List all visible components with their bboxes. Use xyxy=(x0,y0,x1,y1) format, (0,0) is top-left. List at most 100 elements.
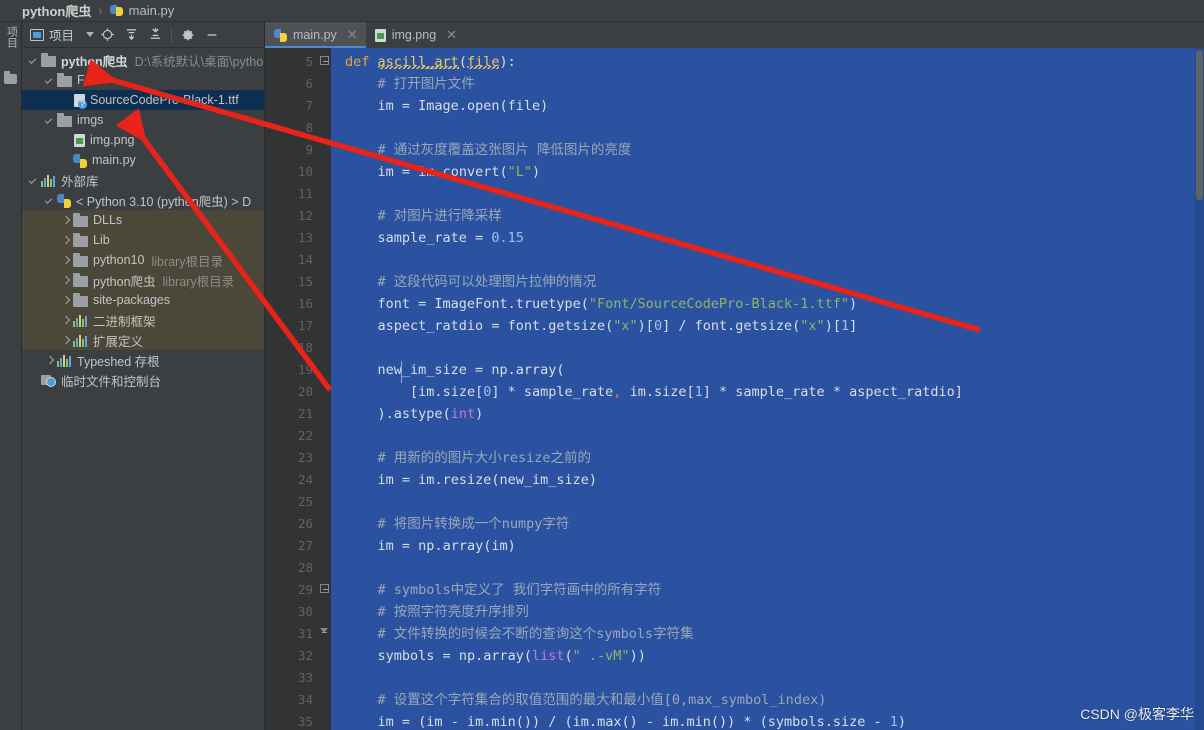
chevron-right-icon[interactable] xyxy=(44,355,55,366)
fold-gutter[interactable] xyxy=(319,48,331,730)
tree-row-label: 二进制框架 xyxy=(93,314,156,329)
strip-folder-icon[interactable] xyxy=(4,71,17,84)
fold-marker-icon xyxy=(320,584,329,593)
tree-row[interactable]: Typeshed 存根 xyxy=(22,350,264,370)
editor-body[interactable]: 5 6 7 8 9 10 11 12 13 14 15 16 17 18 19 20 21 22 23 24 25 26 2… xyxy=(265,48,1204,730)
line-number: 12 xyxy=(297,208,313,223)
code-line: # 对图片进行降采样 xyxy=(377,208,502,224)
tree-row[interactable]: 二进制框架 xyxy=(22,310,264,330)
tree-row-label: < Python 3.10 (python爬虫) > D xyxy=(76,194,252,209)
collapse-all-icon[interactable] xyxy=(144,24,166,46)
code-line: # 将图片转换成一个numpy字符 xyxy=(377,516,570,532)
editor-tab-label: img.png xyxy=(391,28,437,42)
code-line: # symbols中定义了 我们字符画中的所有字符 xyxy=(377,582,662,598)
line-number: 9 xyxy=(305,142,313,157)
tree-row-label: 扩展定义 xyxy=(93,334,144,349)
expand-all-icon[interactable] xyxy=(120,24,142,46)
chevron-right-icon[interactable] xyxy=(60,295,71,306)
line-number: 11 xyxy=(297,186,313,201)
project-toolbar-title: 项目 xyxy=(49,29,75,43)
tree-row-subtitle: library根目录 xyxy=(162,274,235,289)
line-number: 14 xyxy=(297,252,313,267)
strip-project-label: 项目 xyxy=(5,26,18,48)
tree-row-label: Lib xyxy=(93,233,110,247)
bars-icon xyxy=(57,355,72,367)
line-number: 16 xyxy=(297,296,313,311)
gear-icon[interactable] xyxy=(177,24,199,46)
line-number: 30 xyxy=(297,604,313,619)
chevron-down-icon[interactable] xyxy=(44,75,55,86)
chevron-right-icon[interactable] xyxy=(60,255,71,266)
line-number: 17 xyxy=(297,318,313,333)
close-icon[interactable]: ✕ xyxy=(446,27,457,43)
breadcrumb-project[interactable]: python爬虫 xyxy=(22,1,91,20)
line-number-gutter: 5 6 7 8 9 10 11 12 13 14 15 16 17 18 19 20 21 22 23 24 25 26 2… xyxy=(265,48,319,730)
folder-icon xyxy=(73,232,88,247)
tree-row[interactable]: main.py xyxy=(22,150,264,170)
chevron-down-icon[interactable] xyxy=(44,115,55,126)
tree-row[interactable]: 外部库 xyxy=(22,170,264,190)
line-number: 6 xyxy=(305,76,313,91)
tree-row[interactable]: Font xyxy=(22,70,264,90)
breadcrumb-file[interactable]: main.py xyxy=(129,3,175,18)
editor-scrollbar[interactable] xyxy=(1195,48,1204,730)
console-icon xyxy=(41,374,56,387)
chevron-down-icon[interactable] xyxy=(86,32,95,37)
code-line: # 文件转换的时候会不断的查询这个symbols字符集 xyxy=(377,626,694,642)
chevron-right-icon[interactable] xyxy=(60,315,71,326)
folder-icon xyxy=(73,272,88,287)
code-line: sample_rate = 0.15 xyxy=(377,230,524,246)
close-icon[interactable]: ✕ xyxy=(347,27,358,43)
tree-row[interactable]: Lib xyxy=(22,230,264,250)
line-number: 8 xyxy=(305,120,313,135)
tree-row[interactable]: site-packages xyxy=(22,290,264,310)
tree-row[interactable]: imgs xyxy=(22,110,264,130)
editor-tab[interactable]: main.py ✕ xyxy=(265,22,366,48)
folder-icon xyxy=(57,72,72,87)
line-number: 27 xyxy=(297,538,313,553)
folder-icon xyxy=(73,212,88,227)
chevron-down-icon[interactable] xyxy=(44,195,55,206)
tree-row[interactable]: 临时文件和控制台 xyxy=(22,370,264,390)
tree-row[interactable]: SourceCodePro-Black-1.ttf xyxy=(22,90,264,110)
tree-row[interactable]: python10 library根目录 xyxy=(22,250,264,270)
tree-row-subtitle: library根目录 xyxy=(151,254,223,269)
chevron-down-icon[interactable] xyxy=(28,175,39,186)
tree-row[interactable]: img.png xyxy=(22,130,264,150)
code-line: new_im_size = np.array( xyxy=(377,362,565,378)
tree-row[interactable]: python爬虫 library根目录 xyxy=(22,270,264,290)
line-number: 22 xyxy=(297,428,313,443)
folder-icon xyxy=(73,292,88,307)
line-number: 31 xyxy=(297,626,313,641)
chevron-right-icon[interactable] xyxy=(60,335,71,346)
chevron-down-icon[interactable] xyxy=(28,55,39,66)
tree-row[interactable]: 扩展定义 xyxy=(22,330,264,350)
py-icon xyxy=(73,153,87,168)
tree-row-label: SourceCodePro-Black-1.ttf xyxy=(90,93,239,107)
code-editor[interactable]: def ascill_art(file): # 打开图片文件 im = Imag… xyxy=(331,48,1204,730)
scrollbar-thumb[interactable] xyxy=(1196,50,1203,200)
workspace: 项目 项目 python爬虫 D:\系统默认\桌面\pytho Font ? S… xyxy=(0,22,1204,730)
code-line: # 通过灰度覆盖这张图片 降低图片的亮度 xyxy=(377,142,632,158)
chevron-right-icon[interactable] xyxy=(60,235,71,246)
breadcrumb: python爬虫 › main.py xyxy=(0,0,1204,22)
tree-row[interactable]: python爬虫 D:\系统默认\桌面\pytho xyxy=(22,50,264,70)
line-number: 32 xyxy=(297,648,313,663)
minimize-icon[interactable] xyxy=(201,24,223,46)
code-line: im = im.convert("L") xyxy=(377,164,541,180)
tree-row[interactable]: DLLs xyxy=(22,210,264,230)
project-tree[interactable]: python爬虫 D:\系统默认\桌面\pytho Font SourceCodePr… xyxy=(22,48,264,730)
editor-tabbar[interactable]: main.py ✕ img.png ✕ xyxy=(265,22,1204,48)
locate-icon[interactable] xyxy=(96,24,118,46)
line-number: 35 xyxy=(297,714,313,729)
project-title-button[interactable]: 项目 xyxy=(28,25,76,44)
chevron-right-icon[interactable] xyxy=(60,215,71,226)
editor-tab[interactable]: img.png ✕ xyxy=(366,22,465,48)
tree-row[interactable]: < Python 3.10 (python爬虫) > D xyxy=(22,190,264,210)
code-line: im = (im - im.min()) / (im.max() - im.mi… xyxy=(377,714,907,730)
chevron-right-icon[interactable] xyxy=(60,275,71,286)
